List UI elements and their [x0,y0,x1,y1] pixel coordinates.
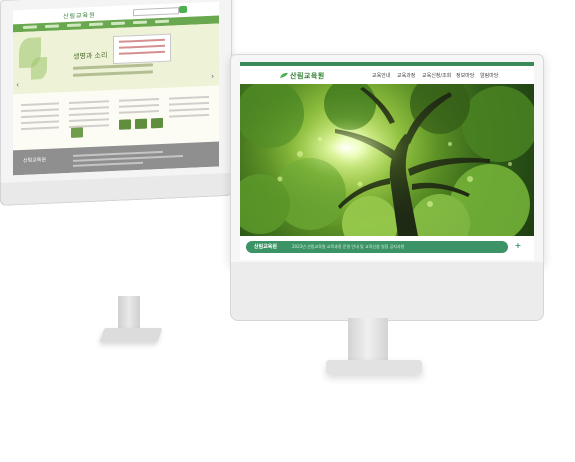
back-content-column [169,92,209,140]
leaf-logo-icon [280,72,288,78]
back-site-logo[interactable]: 산림교육원 [63,10,96,20]
back-thumbnail[interactable] [71,127,83,138]
back-nav-item[interactable] [155,19,169,24]
back-nav-item[interactable] [89,22,103,27]
back-monitor-stand [118,296,140,332]
tree-illustration [240,84,534,236]
front-menu-item[interactable]: 교육과정 [397,72,415,79]
back-site-search-button[interactable] [179,5,187,14]
back-nav-item[interactable] [67,23,81,28]
leaf-decoration [31,56,47,80]
back-monitor: 산림교육원 생명과 소리 ‹ › 산림교육원 [0,0,232,210]
back-thumbnail[interactable] [151,117,163,129]
back-monitor-bezel: 산림교육원 생명과 소리 ‹ › 산림교육원 [0,0,232,185]
back-nav-item[interactable] [133,20,147,25]
front-menu-item[interactable]: 교육안내 [372,72,390,79]
back-nav-item[interactable] [111,21,125,26]
front-hero-tree-image [240,84,534,236]
back-nav-item[interactable] [23,25,37,29]
front-site-logo[interactable]: 산림교육원 [290,71,325,81]
back-nav-item[interactable] [45,24,59,29]
back-monitor-screen: 산림교육원 생명과 소리 ‹ › 산림교육원 [13,1,219,176]
back-hero-next-icon[interactable]: › [211,72,214,81]
back-site-search-input[interactable] [133,7,179,17]
front-menu-item[interactable]: 정보마당 [456,72,474,79]
front-notice-text[interactable]: 2023년 산림교육원 교육과정 운영 안내 및 교육신청 일정 공지사항 [292,244,404,250]
back-thumbnail[interactable] [135,118,147,130]
front-monitor-base [326,360,422,374]
front-monitor-stand [348,318,388,362]
notice-more-icon[interactable]: + [512,240,524,252]
back-footer-logo: 산림교육원 [23,156,47,164]
front-menu-item[interactable]: 교육신청/조회 [422,72,451,79]
back-hero-notice-box[interactable] [113,33,171,65]
front-monitor-screen: 산림교육원 교육안내 교육과정 교육신청/조회 정보마당 알림마당 산림교육원 … [240,62,534,260]
front-menu-item[interactable]: 알림마당 [480,72,498,79]
back-monitor-base [99,328,163,342]
back-content-column [21,98,59,146]
back-hero-prev-icon[interactable]: ‹ [16,80,19,89]
front-notice-bar: 산림교육원 2023년 산림교육원 교육과정 운영 안내 및 교육신청 일정 공… [240,236,534,260]
front-monitor-chin [230,262,544,321]
front-notice-label: 산림교육원 [254,244,278,250]
back-site-content [13,85,219,151]
back-site-hero: 생명과 소리 ‹ › [13,23,219,95]
front-notice-pill[interactable]: 산림교육원 2023년 산림교육원 교육과정 운영 안내 및 교육신청 일정 공… [246,241,508,253]
back-hero-title: 생명과 소리 [73,51,108,61]
back-thumbnail[interactable] [119,119,131,130]
